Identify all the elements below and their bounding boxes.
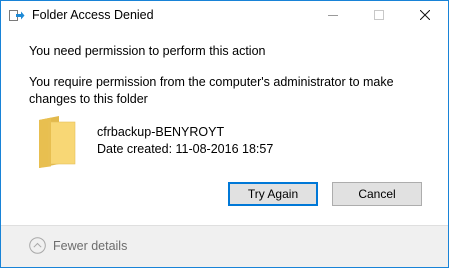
chevron-up-circle-icon [29, 237, 46, 254]
dialog-content: You need permission to perform this acti… [1, 32, 448, 225]
maximize-icon [374, 7, 384, 25]
folder-date-created: Date created: 11-08-2016 18:57 [97, 142, 274, 156]
try-again-button[interactable]: Try Again [228, 182, 318, 206]
dialog-window: Folder Access Denied You need permission… [0, 0, 449, 268]
dialog-message: You require permission from the computer… [29, 75, 394, 106]
folder-icon [37, 116, 77, 168]
close-icon [419, 7, 431, 25]
folder-name: cfrbackup-BENYROYT [97, 125, 225, 139]
dialog-footer: Fewer details [1, 225, 448, 267]
close-button[interactable] [402, 1, 448, 31]
cancel-button[interactable]: Cancel [332, 182, 422, 206]
fewer-details-toggle[interactable]: Fewer details [29, 237, 127, 254]
fewer-details-label: Fewer details [53, 238, 128, 253]
file-move-icon [9, 9, 25, 23]
dialog-heading: You need permission to perform this acti… [29, 44, 266, 58]
window-title: Folder Access Denied [32, 8, 154, 22]
minimize-button[interactable] [310, 1, 356, 31]
maximize-button[interactable] [356, 1, 402, 31]
title-bar[interactable]: Folder Access Denied [1, 1, 448, 32]
minimize-icon [328, 7, 338, 25]
